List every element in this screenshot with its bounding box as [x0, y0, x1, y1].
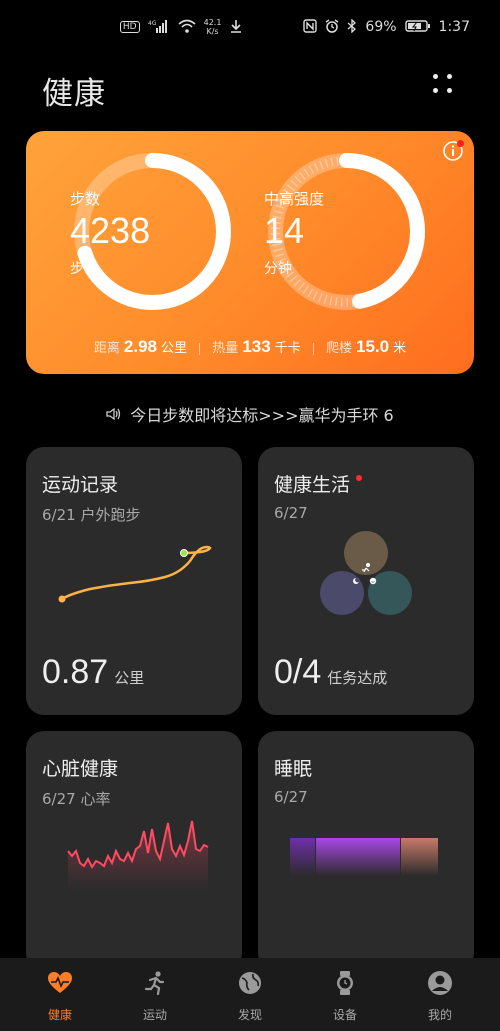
heart-health-card[interactable]: 心脏健康 6/27 心率	[26, 731, 242, 971]
globe-icon	[239, 972, 261, 994]
intensity-ring[interactable]: 中高强度 14 分钟	[264, 149, 429, 314]
tab-discover[interactable]: 发现	[200, 958, 300, 1031]
card-title: 心脏健康	[42, 758, 119, 780]
nfc-icon	[303, 18, 318, 36]
healthy-living-card[interactable]: 健康生活 6/27 0/4 任务达成	[258, 447, 474, 715]
steps-value: 4238	[70, 210, 151, 251]
divider	[199, 342, 201, 355]
distance-summary: 0.87 公里	[42, 653, 144, 692]
status-bar: HD 4G 42.1 K/s 69% 1:37	[0, 0, 500, 56]
network-type-text: 4G	[148, 20, 157, 27]
bottom-tab-bar: 健康 运动 发现 设备 我的	[0, 958, 500, 1031]
network-speed: 42.1 K/s	[204, 18, 222, 36]
card-title-text: 健康生活	[274, 474, 351, 496]
speed-unit: K/s	[206, 27, 219, 36]
distance-label: 距离	[93, 341, 120, 356]
sleep-chart	[290, 838, 438, 876]
distance-unit: 公里	[114, 669, 145, 687]
tab-exercise[interactable]: 运动	[105, 958, 205, 1031]
running-icon	[144, 971, 165, 996]
intensity-value: 14	[264, 210, 305, 251]
notice-text: 今日步数即将达标>>>赢华为手环 6	[130, 406, 394, 425]
hd-indicator: HD	[119, 21, 140, 33]
distance-value: 2.98	[123, 337, 157, 356]
smile-icon	[369, 577, 377, 585]
signal-icon: 4G	[148, 19, 170, 36]
steps-ring[interactable]: 步数 4238 步	[70, 149, 235, 314]
bluetooth-icon	[347, 17, 357, 36]
tab-label: 设备	[332, 1008, 357, 1022]
steps-label: 步数	[70, 190, 101, 208]
steps-unit: 步	[70, 261, 84, 277]
floors-label: 爬楼	[325, 341, 352, 356]
heart-rate-chart	[67, 820, 209, 891]
speed-value: 42.1	[203, 18, 222, 27]
tab-label: 健康	[47, 1008, 72, 1022]
promo-notice[interactable]: 今日步数即将达标>>>赢华为手环 6	[0, 402, 500, 426]
tab-label: 发现	[237, 1008, 262, 1022]
tab-me[interactable]: 我的	[390, 958, 490, 1031]
activity-summary-card[interactable]: 步数 4238 步 中高强度 14 分钟 距离 2.98 公里 热量 133 千卡 爬楼…	[26, 131, 474, 374]
card-subtitle: 6/27	[274, 504, 308, 522]
floors-value: 15.0	[356, 337, 390, 356]
tab-label: 我的	[427, 1008, 452, 1022]
divider	[312, 342, 314, 355]
heart-pulse-icon	[48, 972, 72, 993]
calories-value: 133	[242, 337, 271, 356]
alarm-icon	[325, 18, 339, 36]
calories-unit: 千卡	[274, 341, 301, 356]
app-header: 健康	[0, 56, 500, 126]
distance-unit: 公里	[161, 341, 188, 356]
download-icon	[229, 19, 243, 36]
new-indicator-dot	[356, 474, 363, 481]
activity-stats: 距离 2.98 公里 热量 133 千卡 爬楼 15.0 米	[26, 337, 474, 357]
task-summary: 0/4 任务达成	[274, 653, 387, 692]
battery-percent: 69%	[365, 19, 397, 35]
route-start-marker	[58, 595, 66, 603]
more-menu-icon[interactable]	[430, 71, 456, 97]
floors-unit: 米	[393, 341, 407, 356]
exercise-record-card[interactable]: 运动记录 6/21 户外跑步 0.87 公里	[26, 447, 242, 715]
notification-dot	[457, 140, 464, 147]
route-map	[58, 545, 212, 603]
card-title: 健康生活	[274, 470, 363, 497]
tab-devices[interactable]: 设备	[295, 958, 395, 1031]
task-count: 0/4	[274, 653, 322, 691]
card-title: 运动记录	[42, 474, 119, 496]
route-end-marker	[180, 549, 188, 557]
status-indicators: HD 4G 42.1 K/s 69% 1:37	[119, 17, 470, 36]
card-title: 睡眠	[274, 758, 313, 780]
calories-label: 热量	[212, 341, 239, 356]
card-subtitle: 6/21 户外跑步	[42, 506, 141, 524]
tab-label: 运动	[142, 1008, 167, 1022]
card-subtitle: 6/27	[274, 788, 308, 806]
distance-number: 0.87	[42, 653, 109, 691]
clock: 1:37	[438, 19, 470, 35]
sleep-card[interactable]: 睡眠 6/27	[258, 731, 474, 971]
card-subtitle: 6/27 心率	[42, 790, 111, 808]
info-icon[interactable]	[442, 140, 464, 162]
speaker-icon	[106, 407, 122, 425]
task-unit: 任务达成	[327, 669, 388, 687]
battery-icon	[404, 19, 431, 36]
page-title: 健康	[42, 76, 106, 112]
intensity-label: 中高强度	[264, 190, 325, 208]
user-icon	[428, 971, 452, 995]
intensity-unit: 分钟	[264, 261, 292, 277]
tab-health[interactable]: 健康	[10, 958, 110, 1031]
wifi-icon	[178, 19, 196, 36]
task-circles	[320, 531, 412, 615]
watch-icon	[337, 971, 353, 995]
